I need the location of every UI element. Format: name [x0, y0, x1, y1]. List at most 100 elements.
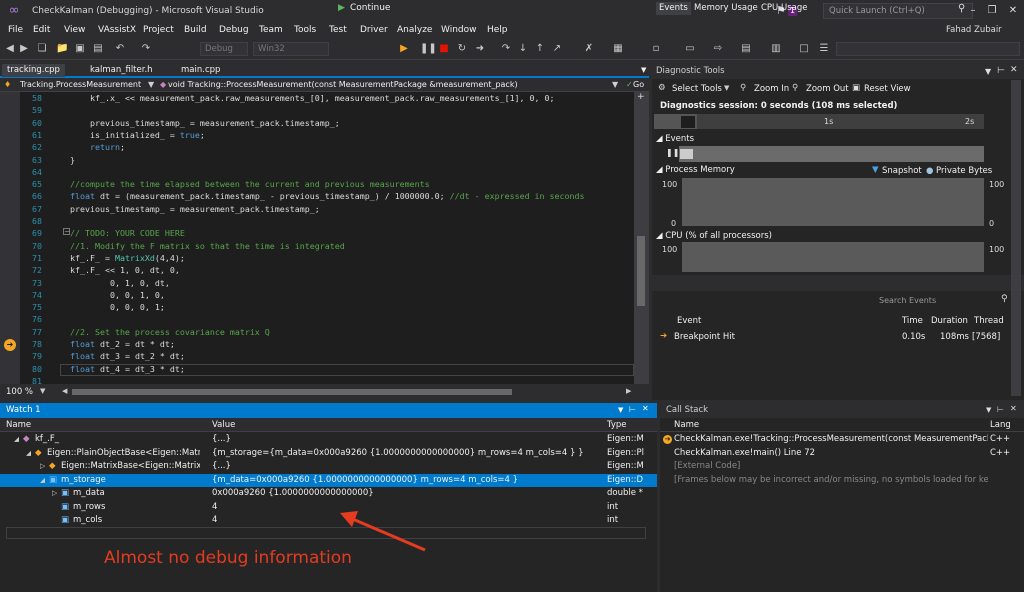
comment-icon[interactable]: □ — [798, 41, 810, 57]
undo-icon[interactable]: ↶ — [114, 41, 126, 57]
zoom-level[interactable]: 100 % — [6, 387, 33, 397]
menu-edit[interactable]: Edit — [33, 25, 50, 35]
save-icon[interactable]: ▣ — [74, 41, 86, 57]
code-line[interactable]: 72 kf_.F_ << 1, 0, dt, 0, — [0, 264, 634, 276]
solution-config-select[interactable]: Debug — [200, 42, 248, 56]
restore-button[interactable]: ❐ — [983, 3, 1001, 19]
code-line[interactable]: 76 — [0, 313, 634, 325]
memory-graph[interactable] — [682, 178, 984, 226]
new-project-icon[interactable]: ❏ — [36, 41, 48, 57]
watch-options-icon[interactable]: ▼ — [618, 406, 623, 414]
watch-row[interactable]: ▣ m_cols 4 int — [0, 514, 657, 528]
breakpoint-arrow-icon[interactable]: ➔ — [4, 339, 16, 351]
menu-window[interactable]: Window — [441, 25, 477, 35]
collapse-icon[interactable]: − — [63, 228, 71, 236]
break-all-icon[interactable]: ❚❚ — [420, 41, 437, 57]
watch-close-icon[interactable]: ✕ — [642, 404, 649, 413]
nav-member-dropdown-icon[interactable]: ▼ — [612, 80, 618, 89]
col-time[interactable]: Time — [902, 316, 923, 326]
watch-row[interactable]: ◢ ▣ m_storage {m_data=0x000a9260 {1.0000000… — [0, 473, 657, 487]
code-line[interactable]: 80 float dt_4 = dt_3 * dt; — [0, 363, 634, 375]
open-file-icon[interactable]: 📁 — [56, 41, 68, 57]
event-row[interactable]: ➔ Breakpoint Hit 0.10s 108ms [7568] — [652, 330, 1024, 344]
toolbar-icon-e[interactable]: ▤ — [740, 41, 752, 57]
code-line[interactable]: 62 return; — [0, 141, 634, 153]
reset-view-button[interactable]: Reset View — [864, 84, 911, 94]
zoom-in-icon[interactable]: ⚲ — [740, 83, 746, 93]
code-line[interactable]: 61 is_initialized_ = true; — [0, 129, 634, 141]
code-line[interactable]: 60 previous_timestamp_ = measurement_pac… — [0, 117, 634, 129]
expand-icon[interactable]: ▷ — [52, 487, 57, 501]
code-line[interactable]: 69 // TODO: YOUR CODE HERE — [0, 227, 634, 239]
cs-pin-icon[interactable]: ⊢ — [997, 405, 1004, 414]
quick-launch-input[interactable]: Quick Launch (Ctrl+Q) — [823, 3, 973, 19]
reset-view-icon[interactable]: ▣ — [852, 83, 860, 93]
col-type[interactable]: Type — [607, 420, 627, 430]
cs-col-lang[interactable]: Lang — [990, 420, 1011, 430]
expand-icon[interactable]: ◢ — [26, 447, 31, 461]
toolbar-icon-b[interactable]: ▫ — [650, 41, 662, 57]
cs-options-icon[interactable]: ▼ — [986, 406, 991, 414]
editor-horizontal-scroll-thumb[interactable] — [72, 389, 512, 395]
tab-memory-usage[interactable]: Memory Usage — [691, 2, 761, 15]
go-icon[interactable]: ✓ — [626, 80, 633, 89]
code-line[interactable]: 58 kf_.x_ << measurement_pack.raw_measur… — [0, 92, 634, 104]
menu-project[interactable]: Project — [143, 25, 174, 35]
timeline-selected-range[interactable] — [681, 116, 695, 128]
code-line[interactable]: 73 0, 1, 0, dt, — [0, 277, 634, 289]
toolbar-icon-a[interactable]: ▦ — [612, 41, 624, 57]
col-duration[interactable]: Duration — [931, 316, 968, 326]
continue-button[interactable]: Continue — [350, 3, 390, 13]
code-line[interactable]: 77 //2. Set the process covariance matri… — [0, 326, 634, 338]
menu-test[interactable]: Test — [329, 25, 347, 35]
watch-new-item[interactable] — [6, 527, 646, 539]
toolbar-icon-f[interactable]: ▥ — [770, 41, 782, 57]
call-stack-row[interactable]: CheckKalman.exe!main() Line 72 C++ — [660, 447, 1024, 461]
format-icon[interactable]: ☰ — [818, 41, 830, 57]
code-line[interactable]: 67 previous_timestamp_ = measurement_pac… — [0, 203, 634, 215]
toolbar-icon-c[interactable]: ▭ — [684, 41, 696, 57]
tab-overflow-icon[interactable]: ▼ — [636, 64, 651, 77]
close-button[interactable]: ✕ — [1004, 3, 1022, 19]
tab-main-cpp[interactable]: main.cpp — [176, 64, 225, 77]
continue-icon[interactable]: ▶ — [338, 3, 345, 13]
menu-debug[interactable]: Debug — [219, 25, 249, 35]
menu-driver[interactable]: Driver — [360, 25, 388, 35]
zoom-out-icon[interactable]: ⚲ — [792, 83, 798, 93]
code-line[interactable]: 66 float dt = (measurement_pack.timestam… — [0, 190, 634, 202]
menu-help[interactable]: Help — [487, 25, 508, 35]
cs-close-icon[interactable]: ✕ — [1010, 404, 1017, 413]
tab-cpu-usage[interactable]: CPU Usage — [758, 2, 810, 15]
nav-scope-dropdown-icon[interactable]: ▼ — [148, 80, 154, 89]
code-line[interactable]: 59 — [0, 104, 634, 116]
scroll-right-icon[interactable]: ▶ — [626, 387, 631, 395]
minimize-button[interactable]: – — [964, 3, 982, 19]
events-section-label[interactable]: ◢ Events — [656, 134, 694, 144]
panel-options-icon[interactable]: ▼ — [985, 67, 991, 76]
step-over-icon[interactable]: ↓ — [517, 41, 529, 57]
zoom-out-button[interactable]: Zoom Out — [806, 84, 849, 94]
menu-team[interactable]: Team — [259, 25, 283, 35]
show-next-statement-icon[interactable]: ➜ — [474, 41, 486, 57]
menu-file[interactable]: File — [8, 25, 23, 35]
expand-icon[interactable]: ◢ — [14, 433, 19, 447]
cpu-section-label[interactable]: ◢ CPU (% of all processors) — [656, 231, 772, 241]
tab-events[interactable]: Events — [656, 2, 691, 15]
back-icon[interactable]: ◀ — [4, 41, 16, 57]
go-button[interactable]: Go — [633, 80, 644, 89]
menu-build[interactable]: Build — [184, 25, 207, 35]
step-out-icon[interactable]: ↑ — [534, 41, 546, 57]
watch-row[interactable]: ▣ m_rows 4 int — [0, 501, 657, 515]
watch-row[interactable]: ◢ ◆ Eigen::PlainObjectBase<Eigen::Matrix< {… — [0, 447, 657, 461]
code-line[interactable]: 79 float dt_3 = dt_2 * dt; — [0, 350, 634, 362]
search-icon[interactable]: ⚲ — [1001, 294, 1008, 304]
forward-icon[interactable]: ▶ — [18, 41, 30, 57]
call-stack-row[interactable]: CheckKalman.exe!Tracking::ProcessMeasure… — [660, 433, 1024, 447]
diag-scrollbar[interactable] — [1011, 80, 1021, 396]
split-editor-icon[interactable]: + — [637, 92, 645, 102]
editor-scroll-thumb[interactable] — [637, 236, 645, 306]
step-icon-2[interactable]: ↗ — [551, 41, 563, 57]
code-line[interactable]: 78 float dt_2 = dt * dt; — [0, 338, 634, 350]
code-line[interactable]: 70 //1. Modify the F matrix so that the … — [0, 240, 634, 252]
user-name[interactable]: Fahad Zubair — [946, 25, 1002, 35]
